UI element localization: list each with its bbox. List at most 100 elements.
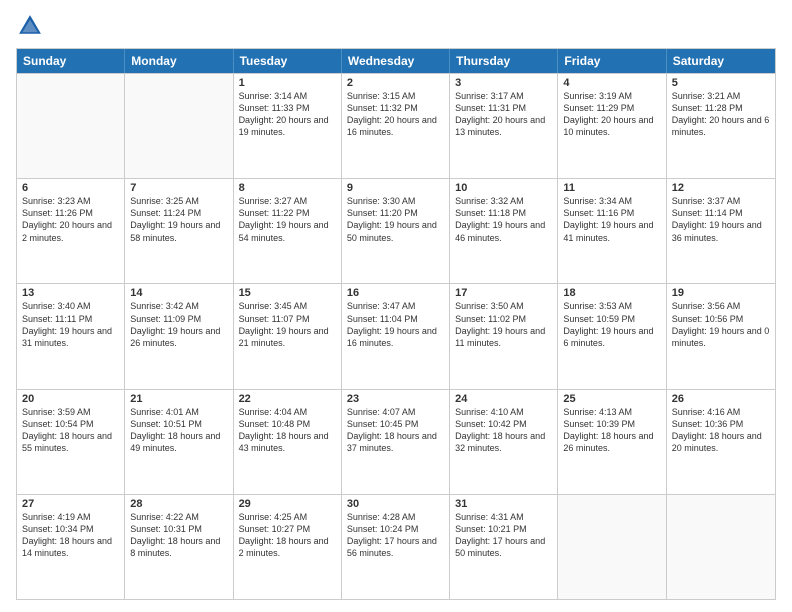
day-number: 2	[347, 77, 444, 89]
day-cell-13: 13Sunrise: 3:40 AM Sunset: 11:11 PM Dayl…	[17, 284, 125, 388]
day-cell-20: 20Sunrise: 3:59 AM Sunset: 10:54 PM Dayl…	[17, 390, 125, 494]
day-info: Sunrise: 3:45 AM Sunset: 11:07 PM Daylig…	[239, 300, 336, 349]
day-cell-24: 24Sunrise: 4:10 AM Sunset: 10:42 PM Dayl…	[450, 390, 558, 494]
day-number: 16	[347, 287, 444, 299]
day-number: 24	[455, 393, 552, 405]
day-cell-7: 7Sunrise: 3:25 AM Sunset: 11:24 PM Dayli…	[125, 179, 233, 283]
day-cell-3: 3Sunrise: 3:17 AM Sunset: 11:31 PM Dayli…	[450, 74, 558, 178]
day-number: 14	[130, 287, 227, 299]
day-number: 28	[130, 498, 227, 510]
day-number: 25	[563, 393, 660, 405]
day-number: 8	[239, 182, 336, 194]
day-info: Sunrise: 3:27 AM Sunset: 11:22 PM Daylig…	[239, 195, 336, 244]
logo	[16, 12, 48, 40]
calendar-body: 1Sunrise: 3:14 AM Sunset: 11:33 PM Dayli…	[17, 73, 775, 599]
day-number: 20	[22, 393, 119, 405]
day-cell-17: 17Sunrise: 3:50 AM Sunset: 11:02 PM Dayl…	[450, 284, 558, 388]
day-number: 21	[130, 393, 227, 405]
day-number: 17	[455, 287, 552, 299]
day-info: Sunrise: 4:25 AM Sunset: 10:27 PM Daylig…	[239, 511, 336, 560]
day-cell-23: 23Sunrise: 4:07 AM Sunset: 10:45 PM Dayl…	[342, 390, 450, 494]
day-info: Sunrise: 3:30 AM Sunset: 11:20 PM Daylig…	[347, 195, 444, 244]
day-cell-28: 28Sunrise: 4:22 AM Sunset: 10:31 PM Dayl…	[125, 495, 233, 599]
calendar-header: SundayMondayTuesdayWednesdayThursdayFrid…	[17, 49, 775, 73]
day-info: Sunrise: 4:16 AM Sunset: 10:36 PM Daylig…	[672, 406, 770, 455]
empty-cell	[125, 74, 233, 178]
day-number: 4	[563, 77, 660, 89]
day-number: 5	[672, 77, 770, 89]
day-number: 26	[672, 393, 770, 405]
day-cell-9: 9Sunrise: 3:30 AM Sunset: 11:20 PM Dayli…	[342, 179, 450, 283]
header-cell-thursday: Thursday	[450, 49, 558, 73]
calendar-row-1: 6Sunrise: 3:23 AM Sunset: 11:26 PM Dayli…	[17, 178, 775, 283]
day-info: Sunrise: 4:22 AM Sunset: 10:31 PM Daylig…	[130, 511, 227, 560]
day-info: Sunrise: 3:32 AM Sunset: 11:18 PM Daylig…	[455, 195, 552, 244]
day-cell-21: 21Sunrise: 4:01 AM Sunset: 10:51 PM Dayl…	[125, 390, 233, 494]
day-info: Sunrise: 3:59 AM Sunset: 10:54 PM Daylig…	[22, 406, 119, 455]
day-info: Sunrise: 3:37 AM Sunset: 11:14 PM Daylig…	[672, 195, 770, 244]
day-cell-22: 22Sunrise: 4:04 AM Sunset: 10:48 PM Dayl…	[234, 390, 342, 494]
day-info: Sunrise: 3:53 AM Sunset: 10:59 PM Daylig…	[563, 300, 660, 349]
calendar-row-0: 1Sunrise: 3:14 AM Sunset: 11:33 PM Dayli…	[17, 73, 775, 178]
day-cell-4: 4Sunrise: 3:19 AM Sunset: 11:29 PM Dayli…	[558, 74, 666, 178]
day-number: 7	[130, 182, 227, 194]
day-cell-10: 10Sunrise: 3:32 AM Sunset: 11:18 PM Dayl…	[450, 179, 558, 283]
day-cell-29: 29Sunrise: 4:25 AM Sunset: 10:27 PM Dayl…	[234, 495, 342, 599]
day-info: Sunrise: 3:56 AM Sunset: 10:56 PM Daylig…	[672, 300, 770, 349]
logo-icon	[16, 12, 44, 40]
day-cell-26: 26Sunrise: 4:16 AM Sunset: 10:36 PM Dayl…	[667, 390, 775, 494]
day-info: Sunrise: 3:42 AM Sunset: 11:09 PM Daylig…	[130, 300, 227, 349]
day-number: 1	[239, 77, 336, 89]
day-number: 13	[22, 287, 119, 299]
header-cell-tuesday: Tuesday	[234, 49, 342, 73]
day-number: 15	[239, 287, 336, 299]
day-cell-14: 14Sunrise: 3:42 AM Sunset: 11:09 PM Dayl…	[125, 284, 233, 388]
day-info: Sunrise: 3:40 AM Sunset: 11:11 PM Daylig…	[22, 300, 119, 349]
day-info: Sunrise: 3:15 AM Sunset: 11:32 PM Daylig…	[347, 90, 444, 139]
header-cell-sunday: Sunday	[17, 49, 125, 73]
day-number: 27	[22, 498, 119, 510]
day-cell-2: 2Sunrise: 3:15 AM Sunset: 11:32 PM Dayli…	[342, 74, 450, 178]
day-info: Sunrise: 3:25 AM Sunset: 11:24 PM Daylig…	[130, 195, 227, 244]
day-info: Sunrise: 3:47 AM Sunset: 11:04 PM Daylig…	[347, 300, 444, 349]
day-number: 19	[672, 287, 770, 299]
day-info: Sunrise: 3:50 AM Sunset: 11:02 PM Daylig…	[455, 300, 552, 349]
day-number: 10	[455, 182, 552, 194]
day-cell-31: 31Sunrise: 4:31 AM Sunset: 10:21 PM Dayl…	[450, 495, 558, 599]
empty-cell	[17, 74, 125, 178]
day-number: 9	[347, 182, 444, 194]
day-info: Sunrise: 4:28 AM Sunset: 10:24 PM Daylig…	[347, 511, 444, 560]
day-number: 11	[563, 182, 660, 194]
day-number: 30	[347, 498, 444, 510]
calendar-row-3: 20Sunrise: 3:59 AM Sunset: 10:54 PM Dayl…	[17, 389, 775, 494]
day-info: Sunrise: 4:19 AM Sunset: 10:34 PM Daylig…	[22, 511, 119, 560]
day-info: Sunrise: 3:34 AM Sunset: 11:16 PM Daylig…	[563, 195, 660, 244]
day-number: 3	[455, 77, 552, 89]
header-cell-saturday: Saturday	[667, 49, 775, 73]
day-info: Sunrise: 4:04 AM Sunset: 10:48 PM Daylig…	[239, 406, 336, 455]
day-info: Sunrise: 3:21 AM Sunset: 11:28 PM Daylig…	[672, 90, 770, 139]
calendar-row-2: 13Sunrise: 3:40 AM Sunset: 11:11 PM Dayl…	[17, 283, 775, 388]
header-cell-friday: Friday	[558, 49, 666, 73]
day-cell-1: 1Sunrise: 3:14 AM Sunset: 11:33 PM Dayli…	[234, 74, 342, 178]
day-info: Sunrise: 3:23 AM Sunset: 11:26 PM Daylig…	[22, 195, 119, 244]
header-cell-monday: Monday	[125, 49, 233, 73]
empty-cell	[558, 495, 666, 599]
day-number: 6	[22, 182, 119, 194]
day-cell-11: 11Sunrise: 3:34 AM Sunset: 11:16 PM Dayl…	[558, 179, 666, 283]
day-number: 23	[347, 393, 444, 405]
day-info: Sunrise: 4:01 AM Sunset: 10:51 PM Daylig…	[130, 406, 227, 455]
day-cell-6: 6Sunrise: 3:23 AM Sunset: 11:26 PM Dayli…	[17, 179, 125, 283]
day-number: 18	[563, 287, 660, 299]
day-cell-12: 12Sunrise: 3:37 AM Sunset: 11:14 PM Dayl…	[667, 179, 775, 283]
calendar: SundayMondayTuesdayWednesdayThursdayFrid…	[16, 48, 776, 600]
day-cell-8: 8Sunrise: 3:27 AM Sunset: 11:22 PM Dayli…	[234, 179, 342, 283]
day-info: Sunrise: 3:14 AM Sunset: 11:33 PM Daylig…	[239, 90, 336, 139]
day-info: Sunrise: 4:07 AM Sunset: 10:45 PM Daylig…	[347, 406, 444, 455]
day-number: 22	[239, 393, 336, 405]
day-cell-15: 15Sunrise: 3:45 AM Sunset: 11:07 PM Dayl…	[234, 284, 342, 388]
calendar-row-4: 27Sunrise: 4:19 AM Sunset: 10:34 PM Dayl…	[17, 494, 775, 599]
day-info: Sunrise: 4:13 AM Sunset: 10:39 PM Daylig…	[563, 406, 660, 455]
day-cell-30: 30Sunrise: 4:28 AM Sunset: 10:24 PM Dayl…	[342, 495, 450, 599]
day-cell-5: 5Sunrise: 3:21 AM Sunset: 11:28 PM Dayli…	[667, 74, 775, 178]
